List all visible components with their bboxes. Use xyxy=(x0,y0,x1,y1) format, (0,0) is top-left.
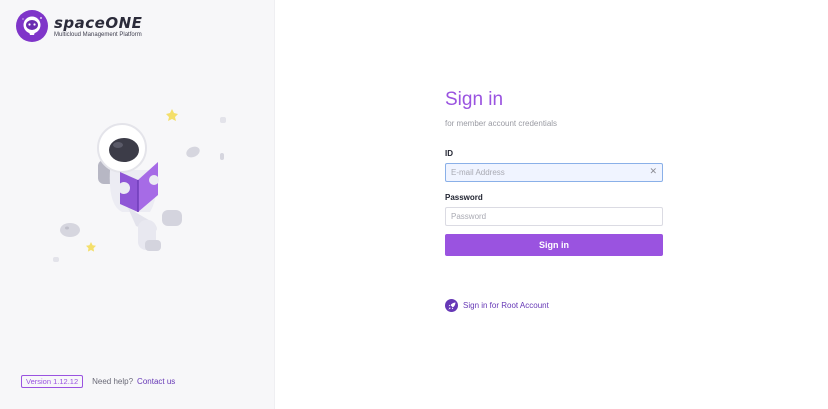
contact-us-link[interactable]: Contact us xyxy=(137,377,175,386)
rock-icon xyxy=(220,117,226,123)
rocket-icon xyxy=(445,299,458,312)
id-label: ID xyxy=(445,149,453,158)
rock-icon xyxy=(60,223,80,237)
password-field-wrapper xyxy=(445,206,663,226)
help-text: Need help? xyxy=(92,377,134,386)
signin-button[interactable]: Sign in xyxy=(445,234,663,256)
password-label: Password xyxy=(445,193,483,202)
rock-icon xyxy=(186,146,200,158)
brand-name: spaceONE xyxy=(54,13,143,32)
root-account-label: Sign in for Root Account xyxy=(463,301,549,310)
signin-form: Sign in for member account credentials I… xyxy=(445,88,663,256)
brand-logo[interactable]: spaceONE Multicloud Management Platform xyxy=(16,10,142,42)
astronaut-reading-illustration xyxy=(53,109,226,262)
root-account-signin-link[interactable]: Sign in for Root Account xyxy=(445,299,549,312)
password-input[interactable] xyxy=(445,207,663,226)
rock-icon xyxy=(53,257,59,262)
page-subtitle: for member account credentials xyxy=(445,119,558,128)
brand-tagline: Multicloud Management Platform xyxy=(54,31,142,38)
star-icon xyxy=(166,109,178,121)
astronaut-logo-icon xyxy=(16,10,48,42)
rock-icon xyxy=(220,153,224,160)
close-icon[interactable]: ✕ xyxy=(649,166,657,176)
footer: Version 1.12.12 Need help? Contact us xyxy=(21,375,175,388)
page-title: Sign in xyxy=(445,89,504,110)
brand-text: spaceONE Multicloud Management Platform xyxy=(54,15,142,38)
star-icon xyxy=(86,242,96,252)
version-badge: Version 1.12.12 xyxy=(21,375,84,388)
left-panel: spaceONE Multicloud Management Platform xyxy=(0,0,275,409)
id-field-wrapper: ✕ xyxy=(445,162,663,182)
id-input[interactable] xyxy=(445,163,663,182)
